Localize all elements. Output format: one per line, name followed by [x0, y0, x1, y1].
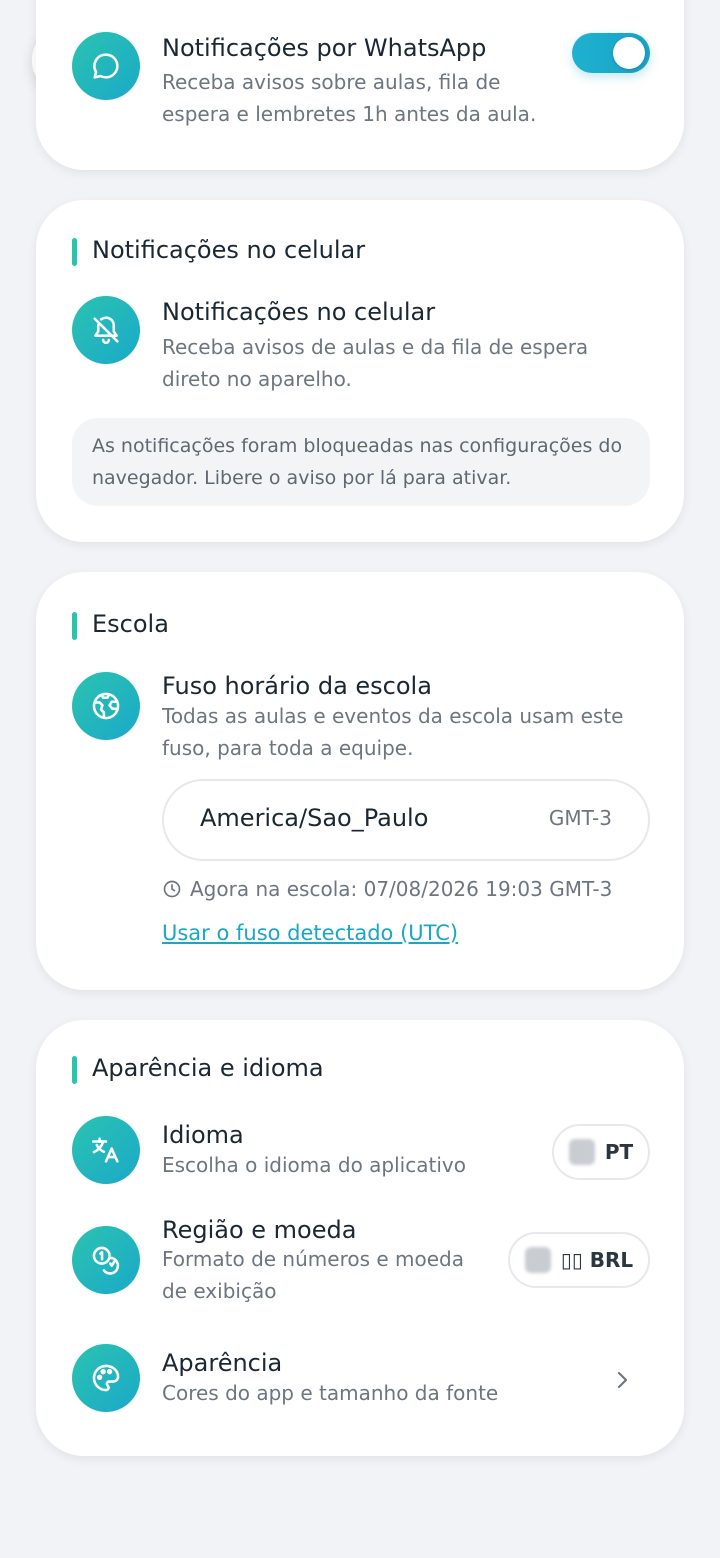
section-title-phone: Notificações no celular — [92, 236, 366, 264]
whatsapp-card: Notificações por WhatsApp Receba avisos … — [36, 0, 684, 170]
region-icon-badge — [72, 1226, 140, 1294]
school-current-time: Agora na escola: 07/08/2026 19:03 GMT-3 — [162, 877, 612, 901]
use-detected-timezone-link[interactable]: Usar o fuso detectado (UTC) — [162, 921, 458, 945]
coins-icon — [92, 1246, 120, 1275]
current-time-text: Agora na escola: 07/08/2026 19:03 GMT-3 — [190, 877, 613, 901]
toggle-knob — [613, 37, 645, 69]
phone-notifications-card: Notificações no celular Notificações no … — [36, 200, 684, 542]
bell-off-icon — [93, 316, 119, 344]
section-title-school: Escola — [92, 610, 169, 638]
whatsapp-icon-badge — [72, 32, 140, 100]
timezone-value: America/Sao_Paulo — [200, 804, 429, 832]
theme-title: Aparência — [162, 1349, 283, 1377]
translate-icon — [91, 1137, 119, 1163]
flag-icon — [524, 1247, 551, 1273]
section-title-appearance: Aparência e idioma — [92, 1054, 324, 1082]
chat-bubble-icon — [93, 53, 119, 79]
whatsapp-title: Notificações por WhatsApp — [162, 34, 487, 62]
timezone-title: Fuso horário da escola — [162, 672, 432, 700]
timezone-description: Todas as aulas e eventos da escola usam … — [162, 704, 624, 760]
language-description: Escolha o idioma do aplicativo — [162, 1153, 466, 1177]
region-description: Formato de números e moeda de exibição — [162, 1247, 465, 1303]
theme-description: Cores do app e tamanho da fonte — [162, 1381, 499, 1405]
globe-icon — [92, 692, 120, 720]
flag-icon — [568, 1139, 595, 1165]
theme-icon-badge — [72, 1344, 140, 1412]
school-card: Escola Fuso horário da escola Todas as a… — [36, 572, 684, 990]
language-select[interactable]: PT — [552, 1124, 650, 1180]
clock-icon — [163, 880, 181, 898]
phone-notifications-title: Notificações no celular — [162, 298, 436, 326]
section-accent-bar — [72, 1056, 77, 1084]
blocked-notice: As notificações foram bloqueadas nas con… — [72, 418, 650, 506]
chevron-right-icon[interactable] — [610, 1368, 634, 1392]
language-icon-badge — [72, 1116, 140, 1184]
region-select[interactable]: ▯▯ BRL — [508, 1232, 650, 1288]
appearance-card: Aparência e idioma Idioma Escolha o idio… — [36, 1020, 684, 1456]
section-accent-bar — [72, 612, 77, 640]
palette-icon — [92, 1364, 120, 1392]
region-value: ▯▯ BRL — [560, 1248, 634, 1272]
language-value: PT — [604, 1140, 634, 1164]
phone-notifications-icon-badge — [72, 296, 140, 364]
timezone-select[interactable]: America/Sao_Paulo GMT-3 — [162, 779, 650, 861]
region-title: Região e moeda — [162, 1216, 357, 1244]
phone-notifications-description: Receba avisos de aulas e da fila de espe… — [162, 335, 589, 391]
timezone-icon-badge — [72, 672, 140, 740]
whatsapp-toggle[interactable] — [572, 33, 650, 73]
language-title: Idioma — [162, 1121, 244, 1149]
section-accent-bar — [72, 238, 77, 266]
whatsapp-description: Receba avisos sobre aulas, fila de esper… — [162, 70, 537, 126]
timezone-offset: GMT-3 — [548, 806, 612, 830]
